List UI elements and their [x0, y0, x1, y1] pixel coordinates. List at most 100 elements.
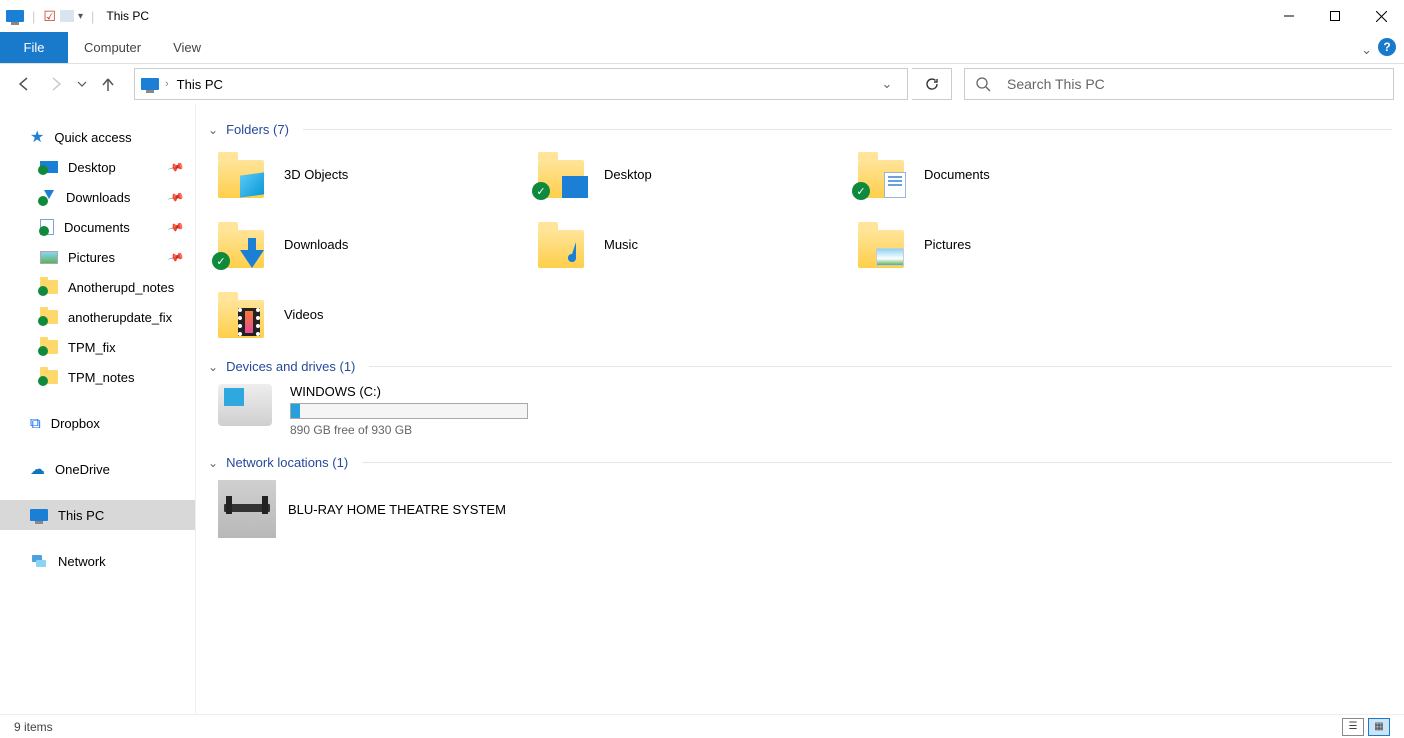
media-device-icon: [218, 480, 276, 538]
help-icon[interactable]: ?: [1378, 38, 1396, 56]
qat-properties-icon[interactable]: ☑: [43, 8, 56, 25]
sidebar-item-downloads[interactable]: Downloads 📌: [0, 182, 195, 212]
view-tiles-button[interactable]: ▦: [1368, 718, 1390, 736]
folder-icon: ✓: [858, 150, 906, 198]
folder-downloads[interactable]: ✓ Downloads: [218, 217, 538, 271]
folder-label: Documents: [924, 167, 990, 182]
drive-label: WINDOWS (C:): [290, 384, 528, 399]
sidebar-item-label: Pictures: [68, 250, 115, 265]
status-item-count: 9 items: [14, 720, 53, 734]
sidebar-item-label: This PC: [58, 508, 104, 523]
drive-usage-bar: [290, 403, 528, 419]
sidebar-item-label: TPM_notes: [68, 370, 134, 385]
folder-label: Videos: [284, 307, 324, 322]
address-bar[interactable]: › This PC ⌄: [134, 68, 908, 100]
folder-3d-objects[interactable]: 3D Objects: [218, 147, 538, 201]
folder-music[interactable]: Music: [538, 217, 858, 271]
sidebar-item-label: Downloads: [66, 190, 130, 205]
forward-button[interactable]: [42, 70, 70, 98]
sidebar-item-label: Anotherupd_notes: [68, 280, 174, 295]
downloads-icon: [40, 190, 56, 204]
sidebar-item-label: Desktop: [68, 160, 116, 175]
chevron-down-icon: ⌄: [208, 456, 218, 470]
recent-locations-button[interactable]: [74, 70, 90, 98]
collapse-ribbon-icon[interactable]: ⌄: [1361, 42, 1372, 58]
breadcrumb-location[interactable]: This PC: [177, 77, 223, 92]
sidebar-item-label: Quick access: [54, 130, 131, 145]
sidebar-item-folder[interactable]: Anotherupd_notes: [0, 272, 195, 302]
navigation-pane: ★ Quick access Desktop 📌 Downloads 📌 Doc…: [0, 104, 196, 714]
drive-icon: [218, 384, 272, 426]
search-box[interactable]: [964, 68, 1394, 100]
pin-icon: 📌: [167, 158, 185, 176]
sync-badge-icon: ✓: [852, 182, 870, 200]
search-input[interactable]: [1007, 76, 1383, 92]
network-location-item[interactable]: BLU-RAY HOME THEATRE SYSTEM: [208, 474, 1392, 548]
view-details-button[interactable]: ☰: [1342, 718, 1364, 736]
file-tab[interactable]: File: [0, 32, 68, 63]
sidebar-item-documents[interactable]: Documents 📌: [0, 212, 195, 242]
sidebar-item-pictures[interactable]: Pictures 📌: [0, 242, 195, 272]
sidebar-this-pc[interactable]: This PC: [0, 500, 195, 530]
documents-icon: [40, 219, 54, 235]
close-button[interactable]: [1358, 0, 1404, 32]
folder-icon: [218, 290, 266, 338]
drive-subtext: 890 GB free of 930 GB: [290, 423, 528, 437]
sidebar-dropbox[interactable]: ⧉ Dropbox: [0, 408, 195, 438]
group-header-folders[interactable]: ⌄ Folders (7): [208, 122, 1392, 137]
group-header-drives[interactable]: ⌄ Devices and drives (1): [208, 359, 1392, 374]
address-dropdown-icon[interactable]: ⌄: [873, 76, 901, 92]
chevron-down-icon: ⌄: [208, 123, 218, 137]
folder-icon: [40, 280, 58, 294]
minimize-button[interactable]: [1266, 0, 1312, 32]
sidebar-network[interactable]: Network: [0, 546, 195, 576]
window-title: This PC: [106, 9, 149, 23]
sync-badge-icon: ✓: [212, 252, 230, 270]
folder-icon: ✓: [218, 220, 266, 268]
folder-label: Music: [604, 237, 638, 252]
sidebar-item-folder[interactable]: anotherupdate_fix: [0, 302, 195, 332]
network-icon: [30, 554, 48, 568]
star-icon: ★: [30, 127, 44, 147]
back-button[interactable]: [10, 70, 38, 98]
folder-label: Downloads: [284, 237, 348, 252]
group-header-network[interactable]: ⌄ Network locations (1): [208, 455, 1392, 470]
maximize-button[interactable]: [1312, 0, 1358, 32]
folder-documents[interactable]: ✓ Documents: [858, 147, 1178, 201]
pin-icon: 📌: [167, 248, 185, 266]
desktop-icon: [40, 161, 58, 173]
sidebar-item-label: TPM_fix: [68, 340, 116, 355]
folder-icon: [40, 310, 58, 324]
qat-dropdown-icon[interactable]: ▾: [78, 11, 83, 22]
pictures-icon: [40, 251, 58, 264]
sync-badge-icon: ✓: [532, 182, 550, 200]
this-pc-icon: [30, 509, 48, 521]
tab-computer[interactable]: Computer: [68, 32, 157, 63]
navigation-bar: › This PC ⌄: [0, 64, 1404, 104]
folder-videos[interactable]: Videos: [218, 287, 538, 341]
sidebar-item-folder[interactable]: TPM_notes: [0, 362, 195, 392]
sidebar-item-folder[interactable]: TPM_fix: [0, 332, 195, 362]
sidebar-item-desktop[interactable]: Desktop 📌: [0, 152, 195, 182]
folder-icon: [40, 340, 58, 354]
chevron-down-icon: ⌄: [208, 360, 218, 374]
sidebar-quick-access[interactable]: ★ Quick access: [0, 122, 195, 152]
search-icon: [975, 76, 991, 92]
sidebar-item-label: Dropbox: [51, 416, 100, 431]
folder-icon: [40, 370, 58, 384]
up-button[interactable]: [94, 70, 122, 98]
refresh-button[interactable]: [912, 68, 952, 100]
sidebar-onedrive[interactable]: ☁ OneDrive: [0, 454, 195, 484]
folder-label: 3D Objects: [284, 167, 348, 182]
content-area: ⌄ Folders (7) 3D Objects ✓ Desktop ✓ Doc…: [196, 104, 1404, 714]
tab-view[interactable]: View: [157, 32, 217, 63]
folder-pictures[interactable]: Pictures: [858, 217, 1178, 271]
sidebar-item-label: anotherupdate_fix: [68, 310, 172, 325]
folder-desktop[interactable]: ✓ Desktop: [538, 147, 858, 201]
breadcrumb-separator-icon: ›: [165, 78, 169, 90]
pin-icon: 📌: [167, 218, 185, 236]
drive-c[interactable]: WINDOWS (C:) 890 GB free of 930 GB: [208, 378, 1392, 447]
sidebar-item-label: OneDrive: [55, 462, 110, 477]
folder-label: Pictures: [924, 237, 971, 252]
qat-newfolder-icon[interactable]: [60, 10, 74, 22]
